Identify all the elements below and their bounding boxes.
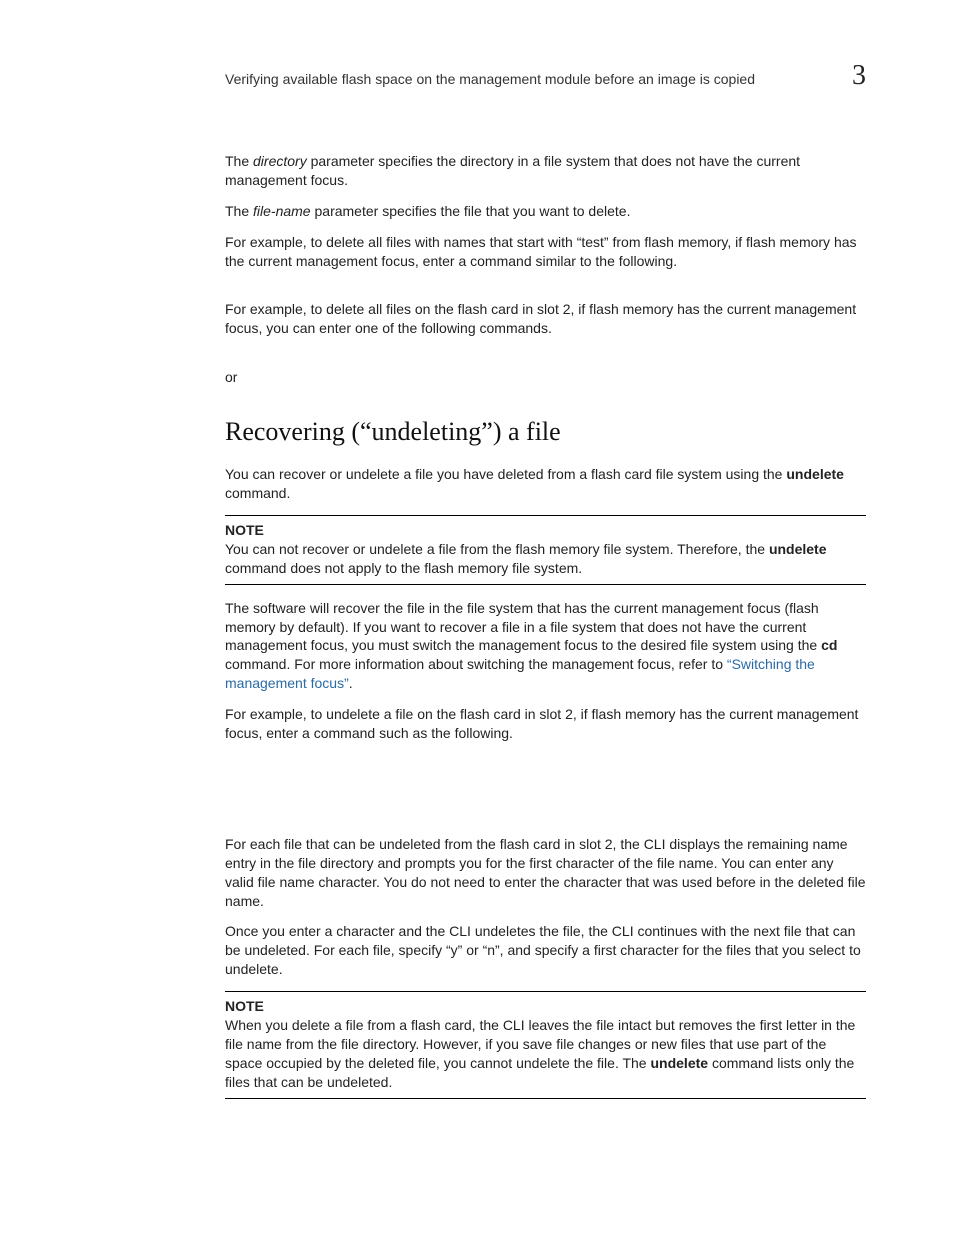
paragraph-undelete-continue: Once you enter a character and the CLI u… — [225, 922, 866, 979]
note-rule-top — [225, 515, 866, 516]
note-label: NOTE — [225, 522, 866, 538]
paragraph-recover-focus: The software will recover the file in th… — [225, 599, 866, 693]
paragraph-example-undelete: For example, to undelete a file on the f… — [225, 705, 866, 743]
note-body: You can not recover or undelete a file f… — [225, 540, 866, 578]
note-rule-top — [225, 991, 866, 992]
paragraph-filename-param: The file-name parameter specifies the fi… — [225, 202, 866, 221]
note-box-1: NOTE You can not recover or undelete a f… — [225, 515, 866, 585]
running-header-title: Verifying available flash space on the m… — [225, 71, 755, 87]
page-content: Verifying available flash space on the m… — [225, 60, 866, 1113]
paragraph-undelete-intro: You can recover or undelete a file you h… — [225, 465, 866, 503]
paragraph-example-delete-test: For example, to delete all files with na… — [225, 233, 866, 271]
paragraph-undelete-prompt: For each file that can be undeleted from… — [225, 835, 866, 911]
paragraph-or: or — [225, 368, 866, 387]
note-box-2: NOTE When you delete a file from a flash… — [225, 991, 866, 1099]
chapter-number: 3 — [852, 60, 866, 92]
section-heading-recovering: Recovering (“undeleting”) a file — [225, 417, 866, 447]
note-rule-bottom — [225, 1098, 866, 1099]
note-body: When you delete a file from a flash card… — [225, 1016, 866, 1092]
running-header: Verifying available flash space on the m… — [225, 60, 866, 92]
note-rule-bottom — [225, 584, 866, 585]
spacer — [225, 350, 866, 368]
paragraph-example-delete-slot2: For example, to delete all files on the … — [225, 300, 866, 338]
spacer — [225, 755, 866, 835]
paragraph-directory-param: The directory parameter specifies the di… — [225, 152, 866, 190]
spacer — [225, 282, 866, 300]
note-label: NOTE — [225, 998, 866, 1014]
